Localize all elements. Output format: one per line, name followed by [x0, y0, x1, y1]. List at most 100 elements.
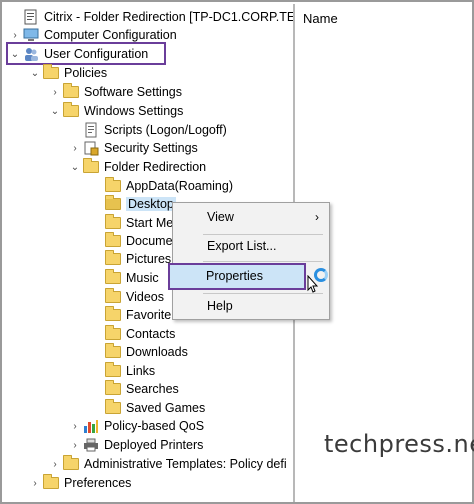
folder-icon — [42, 474, 60, 491]
policy-icon — [22, 9, 40, 25]
tree-label: Windows Settings — [84, 104, 184, 118]
tree-item-folder-redirection[interactable]: ⌄ Folder Redirection — [68, 158, 206, 176]
tree-label: Contacts — [126, 327, 176, 341]
folder-icon — [104, 232, 122, 249]
tree-label: Desktop — [126, 197, 176, 211]
chevron-right-icon[interactable]: › — [68, 436, 82, 454]
root-spacer — [8, 8, 22, 26]
chevron-down-icon[interactable]: ⌄ — [48, 102, 62, 120]
folder-icon — [104, 380, 122, 397]
menu-separator — [203, 293, 323, 294]
tree-item-scripts[interactable]: Scripts (Logon/Logoff) — [68, 121, 227, 139]
folder-icon — [104, 269, 122, 286]
tree-item-administrative-templates[interactable]: › Administrative Templates: Policy defi — [48, 455, 287, 473]
folder-icon — [104, 195, 122, 212]
tree-item-favorites[interactable]: Favorite — [104, 306, 171, 324]
tree-item-searches[interactable]: Searches — [104, 380, 179, 398]
tree-label: Favorite — [126, 308, 172, 322]
menu-label: Help — [207, 299, 233, 313]
chevron-right-icon[interactable]: › — [48, 455, 62, 473]
tree-label: Start Me — [126, 216, 174, 230]
tree-label: Pictures — [126, 252, 172, 266]
folder-icon — [104, 343, 122, 360]
menu-item-view[interactable]: View › — [173, 206, 329, 228]
tree-item-security-settings[interactable]: › Security Settings — [68, 139, 198, 157]
chevron-down-icon[interactable]: ⌄ — [28, 64, 42, 82]
tree-item-preferences[interactable]: › Preferences — [28, 474, 131, 492]
folder-icon — [82, 158, 100, 175]
tree-item-policies[interactable]: ⌄ Policies — [28, 64, 107, 82]
tree-label: Scripts (Logon/Logoff) — [104, 123, 227, 137]
tree-label: Videos — [126, 290, 164, 304]
tree-item-music[interactable]: Music — [104, 269, 159, 287]
tree-label: Policies — [64, 66, 108, 80]
tree-label: Deployed Printers — [104, 438, 204, 452]
tree-label: Preferences — [64, 476, 132, 490]
tree-item-appdata[interactable]: AppData(Roaming) — [104, 177, 233, 195]
bar-chart-icon — [82, 418, 100, 434]
watermark: techpress.net — [324, 430, 474, 458]
folder-icon — [62, 455, 80, 472]
folder-icon — [104, 362, 122, 379]
tree-label: Links — [126, 364, 156, 378]
tree-label: Music — [126, 271, 159, 285]
folder-icon — [104, 177, 122, 194]
tree-label: Folder Redirection — [104, 160, 207, 174]
mmc-window: Citrix - Folder Redirection [TP-DC1.CORP… — [0, 0, 474, 504]
tree-label: Software Settings — [84, 85, 182, 99]
folder-icon — [104, 214, 122, 231]
folder-icon — [104, 250, 122, 267]
menu-item-export-list[interactable]: Export List... — [173, 235, 329, 257]
tree-label: Policy-based QoS — [104, 419, 205, 433]
row-spacer — [68, 121, 82, 139]
chevron-down-icon[interactable]: ⌄ — [68, 158, 82, 176]
tree-label: AppData(Roaming) — [126, 179, 233, 193]
context-menu: View › Export List... Help — [172, 202, 330, 320]
tree-item-saved-games[interactable]: Saved Games — [104, 399, 205, 417]
tree-item-links[interactable]: Links — [104, 362, 155, 380]
menu-item-properties[interactable]: Properties — [168, 263, 306, 290]
chevron-right-icon[interactable]: › — [48, 83, 62, 101]
tree-label: Saved Games — [126, 401, 206, 415]
tree-item-pictures[interactable]: Pictures — [104, 250, 171, 268]
chevron-right-icon: › — [315, 210, 319, 224]
tree-item-contacts[interactable]: Contacts — [104, 325, 175, 343]
folder-icon — [42, 64, 60, 81]
menu-separator — [203, 261, 323, 262]
printer-icon — [82, 437, 100, 453]
tree-item-software-settings[interactable]: › Software Settings — [48, 83, 182, 101]
tree-label: Docume — [126, 234, 173, 248]
folder-icon — [104, 325, 122, 342]
tree-item-downloads[interactable]: Downloads — [104, 343, 188, 361]
tree-item-deployed-printers[interactable]: › Deployed Printers — [68, 436, 203, 454]
script-icon — [82, 122, 100, 138]
tree-item-windows-settings[interactable]: ⌄ Windows Settings — [48, 102, 183, 120]
window-title: Citrix - Folder Redirection [TP-DC1.CORP… — [44, 10, 294, 24]
menu-label: Properties — [206, 269, 263, 283]
chevron-right-icon[interactable]: › — [68, 139, 82, 157]
security-icon — [82, 140, 100, 156]
folder-icon — [104, 306, 122, 323]
folder-icon — [104, 399, 122, 416]
tree-item-policy-qos[interactable]: › Policy-based QoS — [68, 417, 204, 435]
mouse-pointer-icon — [307, 275, 319, 293]
tree-item-start-menu[interactable]: Start Me — [104, 214, 173, 232]
folder-icon — [62, 102, 80, 119]
tree-item-videos[interactable]: Videos — [104, 288, 164, 306]
tree-label: Downloads — [126, 345, 188, 359]
folder-icon — [62, 83, 80, 100]
menu-label: Export List... — [207, 239, 277, 253]
chevron-right-icon[interactable]: › — [28, 474, 42, 492]
folder-icon — [104, 288, 122, 305]
computer-icon — [22, 27, 40, 43]
user-configuration-highlight — [6, 42, 166, 65]
tree-label: Administrative Templates: Policy defi — [84, 457, 287, 471]
tree-root[interactable]: Citrix - Folder Redirection [TP-DC1.CORP… — [8, 8, 294, 26]
tree-item-desktop[interactable]: Desktop — [104, 195, 176, 213]
tree-label: Security Settings — [104, 141, 198, 155]
column-header-name[interactable]: Name — [303, 11, 338, 26]
tree-label: Searches — [126, 382, 179, 396]
chevron-right-icon[interactable]: › — [68, 417, 82, 435]
menu-item-help[interactable]: Help — [173, 295, 329, 317]
tree-item-documents[interactable]: Docume — [104, 232, 173, 250]
